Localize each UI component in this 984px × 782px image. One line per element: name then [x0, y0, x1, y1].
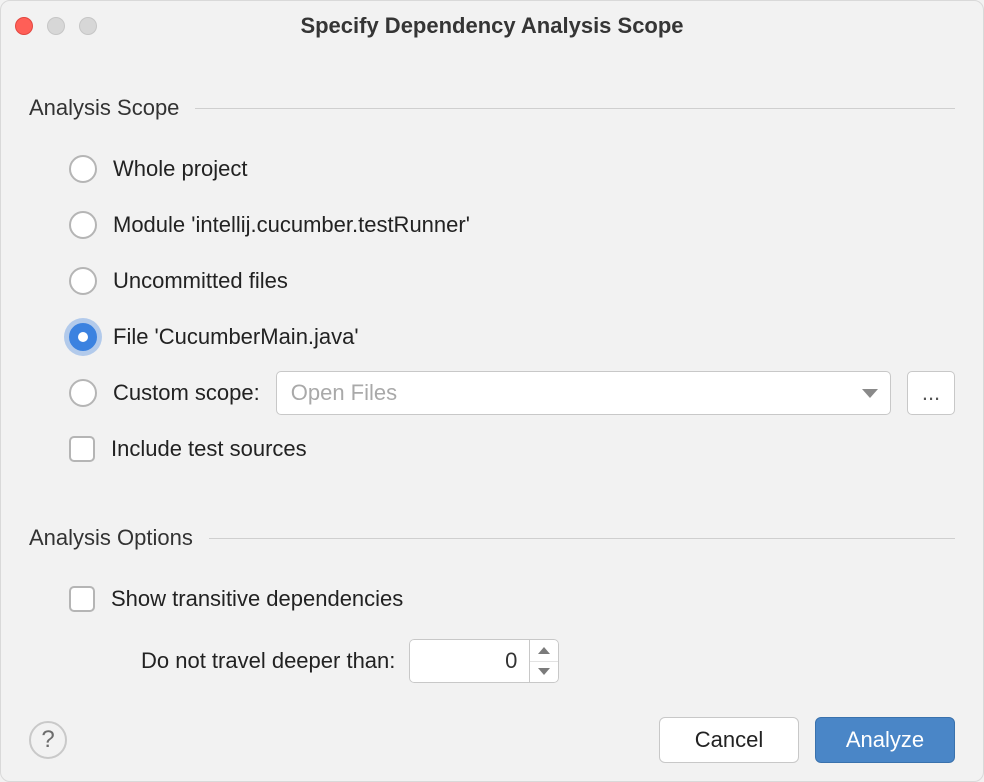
include-tests-checkbox[interactable]: [69, 436, 95, 462]
depth-input[interactable]: 0: [409, 639, 529, 683]
radio-file[interactable]: [69, 323, 97, 351]
radio-whole-project-label: Whole project: [113, 156, 248, 182]
transitive-label: Show transitive dependencies: [111, 586, 403, 612]
help-button[interactable]: ?: [29, 721, 67, 759]
depth-decrement-button[interactable]: [530, 662, 558, 683]
radio-file-row[interactable]: File 'CucumberMain.java': [69, 309, 955, 365]
titlebar: Specify Dependency Analysis Scope: [1, 1, 983, 51]
analyze-button[interactable]: Analyze: [815, 717, 955, 763]
dialog-footer: ? Cancel Analyze: [29, 717, 955, 763]
chevron-down-icon: [862, 389, 878, 398]
options-section-header: Analysis Options: [29, 525, 955, 551]
help-icon: ?: [41, 726, 54, 754]
zoom-window-button[interactable]: [79, 17, 97, 35]
include-tests-label: Include test sources: [111, 436, 307, 462]
radio-custom-scope[interactable]: [69, 379, 97, 407]
close-window-button[interactable]: [15, 17, 33, 35]
radio-module[interactable]: [69, 211, 97, 239]
include-tests-row[interactable]: Include test sources: [69, 421, 955, 477]
analyze-button-label: Analyze: [846, 727, 924, 753]
cancel-button-label: Cancel: [695, 727, 763, 753]
radio-custom-scope-label: Custom scope:: [113, 380, 260, 406]
minimize-window-button[interactable]: [47, 17, 65, 35]
window-controls: [15, 17, 97, 35]
radio-file-label: File 'CucumberMain.java': [113, 324, 359, 350]
scope-section-header: Analysis Scope: [29, 95, 955, 121]
radio-module-row[interactable]: Module 'intellij.cucumber.testRunner': [69, 197, 955, 253]
radio-uncommitted[interactable]: [69, 267, 97, 295]
divider: [195, 108, 955, 109]
radio-uncommitted-row[interactable]: Uncommitted files: [69, 253, 955, 309]
dialog-window: Specify Dependency Analysis Scope Analys…: [0, 0, 984, 782]
depth-row: Do not travel deeper than: 0: [69, 635, 955, 687]
custom-scope-value: Open Files: [291, 380, 397, 406]
depth-spinner: 0: [409, 639, 559, 683]
transitive-row[interactable]: Show transitive dependencies: [69, 571, 955, 627]
dialog-title: Specify Dependency Analysis Scope: [1, 13, 983, 39]
chevron-up-icon: [538, 647, 550, 654]
ellipsis-icon: ...: [922, 380, 940, 406]
options-group: Show transitive dependencies Do not trav…: [29, 571, 955, 687]
custom-scope-browse-button[interactable]: ...: [907, 371, 955, 415]
depth-increment-button[interactable]: [530, 640, 558, 662]
radio-whole-project[interactable]: [69, 155, 97, 183]
chevron-down-icon: [538, 668, 550, 675]
custom-scope-combo[interactable]: Open Files: [276, 371, 891, 415]
scope-group: Whole project Module 'intellij.cucumber.…: [29, 141, 955, 477]
depth-label: Do not travel deeper than:: [141, 648, 395, 674]
divider: [209, 538, 955, 539]
depth-stepper: [529, 639, 559, 683]
transitive-checkbox[interactable]: [69, 586, 95, 612]
radio-custom-row: Custom scope: Open Files ...: [69, 365, 955, 421]
radio-uncommitted-label: Uncommitted files: [113, 268, 288, 294]
options-section-label: Analysis Options: [29, 525, 193, 551]
scope-section-label: Analysis Scope: [29, 95, 179, 121]
radio-whole-project-row[interactable]: Whole project: [69, 141, 955, 197]
dialog-content: Analysis Scope Whole project Module 'int…: [1, 51, 983, 687]
cancel-button[interactable]: Cancel: [659, 717, 799, 763]
radio-module-label: Module 'intellij.cucumber.testRunner': [113, 212, 470, 238]
